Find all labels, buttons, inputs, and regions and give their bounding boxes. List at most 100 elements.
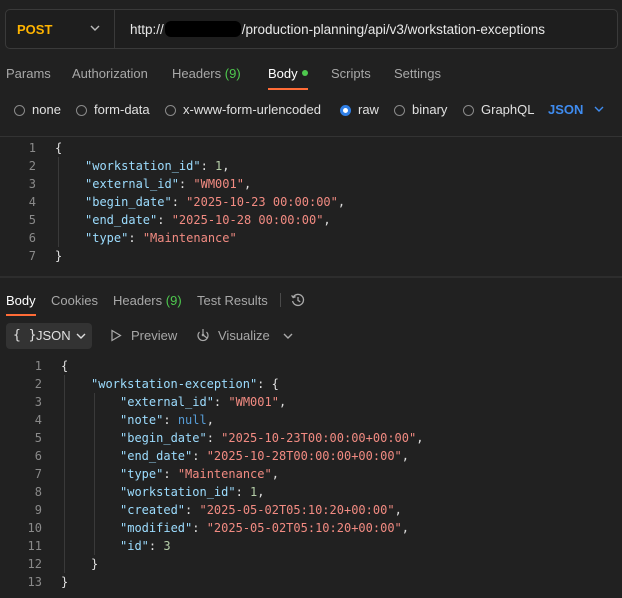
- response-tab-body[interactable]: Body: [6, 293, 36, 308]
- json-value: "2025-05-02T05:10:20+00:00": [206, 521, 402, 535]
- tab-body[interactable]: Body: [268, 66, 308, 81]
- line-number: 1: [28, 141, 36, 155]
- json-key: "begin_date": [85, 195, 172, 209]
- line-number: 13: [27, 575, 42, 589]
- radio-none[interactable]: none: [14, 102, 61, 117]
- json-key: "external_id": [85, 177, 179, 191]
- visualize-button[interactable]: Visualize: [218, 328, 270, 343]
- radio-raw-label: raw: [358, 102, 379, 117]
- json-key: "workstation_id": [85, 159, 201, 173]
- json-key: "created": [120, 503, 186, 517]
- json-value: "2025-10-23 00:00:00": [186, 195, 338, 209]
- json-line: "end_date": "2025-10-28T00:00:00+00:00",: [120, 449, 410, 463]
- line-number: 5: [28, 213, 36, 227]
- json-value: "Maintenance": [142, 231, 237, 245]
- line-number: 4: [34, 413, 42, 427]
- json-value: "2025-10-28 00:00:00": [171, 213, 324, 227]
- active-response-tab-indicator: [6, 314, 36, 316]
- radio-none-label: none: [32, 102, 61, 117]
- radio-circle: [394, 105, 405, 116]
- tab-settings[interactable]: Settings: [394, 66, 441, 81]
- line-number: 3: [28, 177, 36, 191]
- json-key: "end_date": [85, 213, 158, 227]
- json-key: "type": [85, 231, 129, 245]
- line-number: 7: [28, 249, 36, 263]
- json-key: "end_date": [120, 449, 193, 463]
- radio-graphql-label: GraphQL: [481, 102, 535, 117]
- radio-binary[interactable]: binary: [394, 102, 447, 117]
- response-headers-count: (9): [165, 293, 182, 308]
- radio-binary-label: binary: [412, 102, 448, 117]
- json-open-brace: {: [55, 141, 63, 155]
- radio-urlencoded-label: x-www-form-urlencoded: [183, 102, 321, 117]
- response-format-select[interactable]: { } JSON: [6, 323, 92, 349]
- json-key: "workstation_id": [120, 485, 236, 499]
- line-number: 4: [28, 195, 36, 209]
- tab-headers[interactable]: Headers (9): [172, 66, 241, 81]
- active-tab-indicator: [268, 88, 308, 90]
- radio-raw[interactable]: raw: [340, 102, 379, 117]
- json-key: "begin_date": [120, 431, 207, 445]
- radio-x-www-form-urlencoded[interactable]: x-www-form-urlencoded: [165, 102, 321, 117]
- line-number: 1: [34, 359, 42, 373]
- json-object-close: }: [91, 557, 99, 571]
- json-value: 3: [163, 539, 171, 553]
- method-label: POST: [17, 22, 53, 37]
- chevron-down-icon: [76, 333, 86, 339]
- json-key: "modified": [120, 521, 193, 535]
- indent-guide: [94, 393, 95, 555]
- method-selector[interactable]: POST: [6, 10, 115, 48]
- request-url-bar: POST http:// /production-planning/api/v3/…: [5, 9, 618, 49]
- line-number: 9: [34, 503, 42, 517]
- json-line: "workstation_id": 1,: [85, 159, 230, 173]
- indent-guide: [58, 157, 59, 247]
- tab-headers-label: Headers: [172, 66, 222, 81]
- line-number: 8: [34, 485, 42, 499]
- tab-params[interactable]: Params: [6, 66, 51, 81]
- pane-resize-handle[interactable]: [0, 276, 622, 278]
- preview-play-icon[interactable]: [110, 329, 122, 342]
- json-object-open: {: [271, 377, 279, 391]
- json-close-brace: }: [55, 249, 63, 263]
- tab-authorization[interactable]: Authorization: [72, 66, 148, 81]
- preview-button[interactable]: Preview: [131, 328, 177, 343]
- response-tab-headers[interactable]: Headers (9): [113, 293, 182, 308]
- json-value: "Maintenance": [177, 467, 272, 481]
- radio-form-data[interactable]: form-data: [76, 102, 150, 117]
- json-value: "2025-05-02T05:10:20+00:00": [199, 503, 395, 517]
- body-language-select[interactable]: JSON: [548, 102, 583, 117]
- response-tab-cookies[interactable]: Cookies: [51, 293, 98, 308]
- json-line: "type": "Maintenance",: [120, 467, 279, 481]
- json-value: null: [177, 413, 207, 427]
- chevron-down-icon[interactable]: [594, 104, 604, 114]
- line-number: 5: [34, 431, 42, 445]
- json-key: "note": [120, 413, 164, 427]
- json-key: "workstation-exception": [91, 377, 258, 391]
- radio-graphql[interactable]: GraphQL: [463, 102, 534, 117]
- history-icon[interactable]: [290, 292, 306, 308]
- json-line: "id": 3: [120, 539, 171, 553]
- json-open-brace: {: [61, 359, 69, 373]
- body-modified-dot: [301, 70, 308, 76]
- json-value: "2025-10-28T00:00:00+00:00": [206, 449, 402, 463]
- visualize-icon[interactable]: [195, 327, 211, 343]
- chevron-down-icon[interactable]: [283, 331, 293, 341]
- json-line: "begin_date": "2025-10-23 00:00:00",: [85, 195, 346, 209]
- json-line: "note": null,: [120, 413, 214, 427]
- line-number: 12: [27, 557, 42, 571]
- json-line: "begin_date": "2025-10-23T00:00:00+00:00…: [120, 431, 424, 445]
- line-number: 6: [28, 231, 36, 245]
- redacted-host: [164, 21, 241, 37]
- json-line: "type": "Maintenance": [85, 231, 237, 245]
- chevron-down-icon: [90, 25, 100, 31]
- json-key: "type": [120, 467, 164, 481]
- line-number: 6: [34, 449, 42, 463]
- line-number: 11: [27, 539, 42, 553]
- response-tab-test-results[interactable]: Test Results: [197, 293, 268, 308]
- line-number: 10: [27, 521, 42, 535]
- url-input[interactable]: http:// /production-planning/api/v3/works…: [130, 21, 545, 37]
- json-value: "2025-10-23T00:00:00+00:00": [221, 431, 417, 445]
- radio-circle-selected: [340, 105, 351, 116]
- json-line: "workstation-exception": {: [91, 377, 279, 391]
- tab-scripts[interactable]: Scripts: [331, 66, 371, 81]
